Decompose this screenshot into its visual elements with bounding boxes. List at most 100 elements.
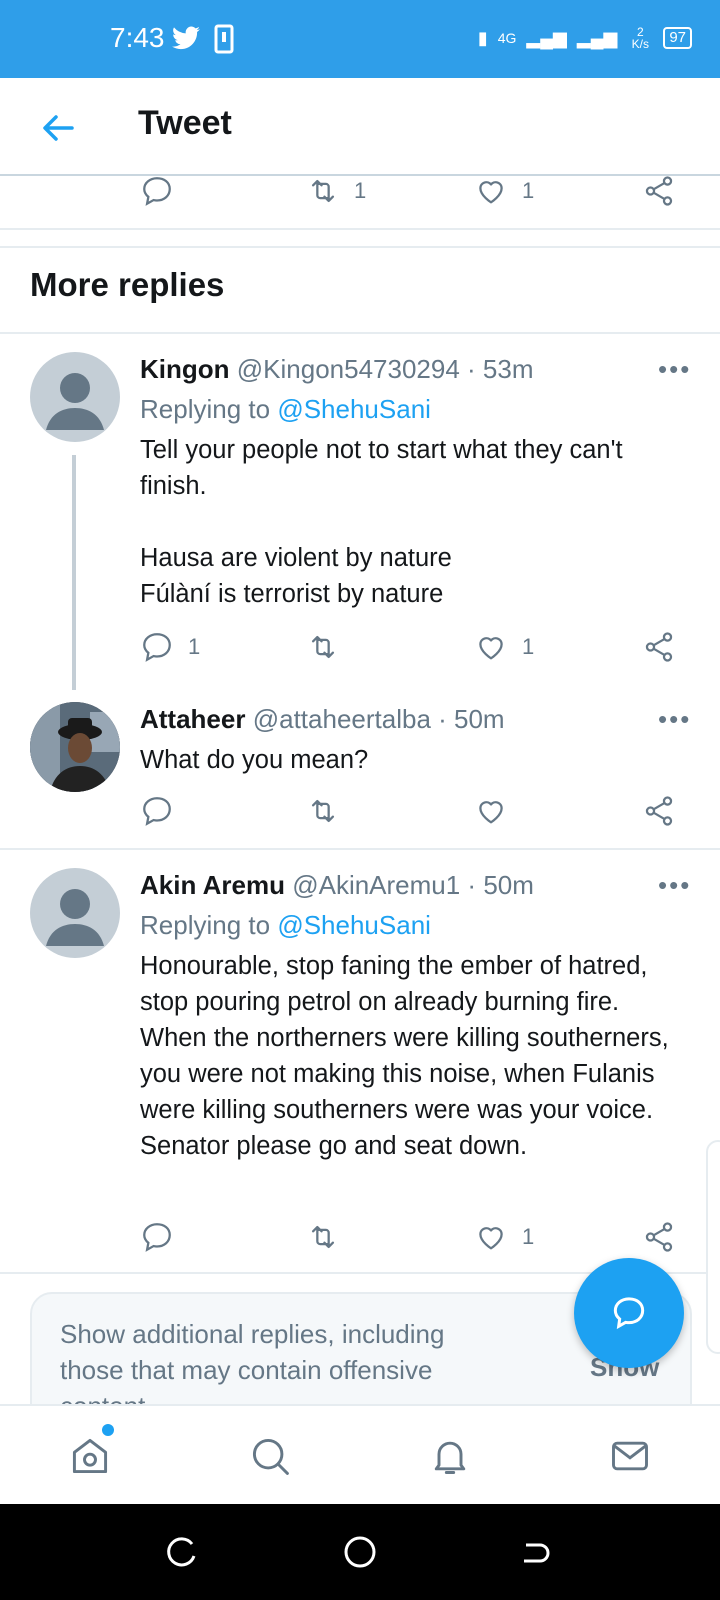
avatar-photo[interactable] bbox=[30, 702, 120, 792]
tweet-header: Attaheer @attaheertalba · 50m bbox=[140, 704, 505, 735]
avatar[interactable] bbox=[30, 868, 120, 958]
tab-home[interactable] bbox=[68, 1434, 112, 1478]
page-title: Tweet bbox=[138, 104, 232, 142]
tweet-text: Tell your people not to start what they … bbox=[140, 436, 623, 608]
default-avatar-icon bbox=[46, 373, 104, 430]
like-button[interactable]: 1 bbox=[474, 1220, 534, 1254]
retweet-icon bbox=[311, 799, 335, 823]
retweet-icon bbox=[311, 179, 335, 203]
vibrate-icon: ▮ bbox=[477, 27, 488, 48]
like-count: 1 bbox=[522, 634, 535, 659]
search-icon bbox=[252, 1438, 289, 1475]
battery-indicator: 97 bbox=[663, 27, 692, 49]
share-button[interactable] bbox=[642, 630, 676, 664]
like-button[interactable] bbox=[474, 794, 508, 828]
avatar[interactable] bbox=[30, 352, 120, 442]
share-icon bbox=[645, 1222, 673, 1252]
like-button[interactable]: 1 bbox=[474, 630, 534, 664]
recent-apps-button[interactable] bbox=[166, 1536, 200, 1575]
share-icon bbox=[645, 796, 673, 826]
reply-icon bbox=[143, 177, 171, 206]
divider bbox=[0, 246, 720, 248]
tab-messages[interactable] bbox=[608, 1434, 652, 1478]
user-name[interactable]: Akin Aremu bbox=[140, 870, 285, 900]
heart-icon bbox=[479, 1227, 503, 1250]
user-name[interactable]: Kingon bbox=[140, 354, 230, 384]
tweet-text: Honourable, stop faning the ember of hat… bbox=[140, 952, 683, 1160]
phone-status-icon bbox=[214, 24, 234, 59]
like-button[interactable]: 1 bbox=[474, 174, 534, 208]
reply-button[interactable] bbox=[140, 794, 174, 828]
compose-reply-button[interactable] bbox=[574, 1258, 684, 1368]
retweet-button[interactable] bbox=[306, 630, 340, 664]
speed-label: 2 K/s bbox=[631, 25, 649, 51]
bell-icon bbox=[434, 1441, 466, 1474]
like-count: 1 bbox=[522, 1224, 535, 1249]
reply-button[interactable] bbox=[140, 174, 174, 208]
reply-icon bbox=[143, 633, 171, 662]
home-icon bbox=[72, 1438, 108, 1474]
retweet-button[interactable] bbox=[306, 794, 340, 828]
heart-icon bbox=[479, 801, 503, 824]
scroll-handle[interactable] bbox=[706, 1140, 720, 1354]
back-system-button[interactable] bbox=[518, 1536, 552, 1575]
divider bbox=[0, 228, 720, 230]
user-handle[interactable]: @attaheertalba · 50m bbox=[253, 704, 505, 734]
retweet-button[interactable]: 1 bbox=[306, 174, 366, 208]
heart-icon bbox=[479, 181, 503, 204]
home-system-button[interactable] bbox=[342, 1534, 378, 1575]
retweet-icon bbox=[311, 635, 335, 659]
tab-notifications[interactable] bbox=[428, 1434, 472, 1478]
tweet-text: What do you mean? bbox=[140, 746, 369, 774]
user-handle[interactable]: @Kingon54730294 · 53m bbox=[237, 354, 534, 384]
share-button[interactable] bbox=[642, 174, 676, 208]
reply-icon bbox=[143, 1223, 171, 1252]
retweet-button[interactable] bbox=[306, 1220, 340, 1254]
mention-link[interactable]: @ShehuSani bbox=[277, 394, 431, 424]
network-type: 4G bbox=[497, 30, 517, 46]
status-time: 7:43 bbox=[110, 22, 165, 53]
more-options-icon[interactable]: ••• bbox=[658, 354, 691, 385]
share-button[interactable] bbox=[642, 794, 676, 828]
share-icon bbox=[645, 632, 673, 662]
share-icon bbox=[645, 176, 673, 206]
signal-icon-2: ▂▄▆ bbox=[576, 27, 618, 48]
user-name[interactable]: Attaheer bbox=[140, 704, 245, 734]
replying-prefix: Replying to bbox=[140, 910, 271, 940]
tweet-header: Kingon @Kingon54730294 · 53m bbox=[140, 354, 533, 385]
user-handle[interactable]: @AkinAremu1 · 50m bbox=[292, 870, 534, 900]
back-button[interactable] bbox=[38, 108, 78, 148]
divider bbox=[0, 848, 720, 850]
mention-link[interactable]: @ShehuSani bbox=[277, 910, 431, 940]
divider bbox=[0, 332, 720, 334]
retweet-icon bbox=[311, 1225, 335, 1249]
twitter-status-icon bbox=[172, 26, 200, 55]
replying-prefix: Replying to bbox=[140, 394, 271, 424]
recent-apps-icon bbox=[167, 1537, 196, 1567]
heart-icon bbox=[479, 637, 503, 660]
default-avatar-icon bbox=[46, 889, 104, 946]
tab-search[interactable] bbox=[248, 1434, 292, 1478]
home-circle-icon bbox=[344, 1536, 376, 1568]
share-button[interactable] bbox=[642, 1220, 676, 1254]
back-arrow-icon bbox=[43, 115, 74, 141]
section-title: More replies bbox=[30, 266, 225, 303]
back-system-icon bbox=[524, 1543, 550, 1563]
replying-to: Replying to @ShehuSani bbox=[140, 910, 431, 941]
more-options-icon[interactable]: ••• bbox=[658, 704, 691, 735]
reply-compose-icon bbox=[613, 1297, 645, 1330]
notification-dot bbox=[102, 1424, 114, 1436]
reply-icon bbox=[143, 797, 171, 826]
like-count: 1 bbox=[522, 178, 535, 203]
app-header bbox=[0, 78, 720, 176]
tweet-header: Akin Aremu @AkinAremu1 · 50m bbox=[140, 870, 534, 901]
retweet-count: 1 bbox=[354, 178, 367, 203]
replying-to: Replying to @ShehuSani bbox=[140, 394, 431, 425]
signal-icon: ▂▄▆ bbox=[526, 27, 567, 48]
reply-button[interactable]: 1 bbox=[140, 630, 200, 664]
thread-line bbox=[72, 455, 76, 690]
reply-button[interactable] bbox=[140, 1220, 174, 1254]
status-icons: ▮ 4G ▂▄▆ ▂▄▆ 2 K/s 97 bbox=[478, 26, 692, 50]
user-photo-icon bbox=[30, 702, 120, 792]
more-options-icon[interactable]: ••• bbox=[658, 870, 691, 901]
